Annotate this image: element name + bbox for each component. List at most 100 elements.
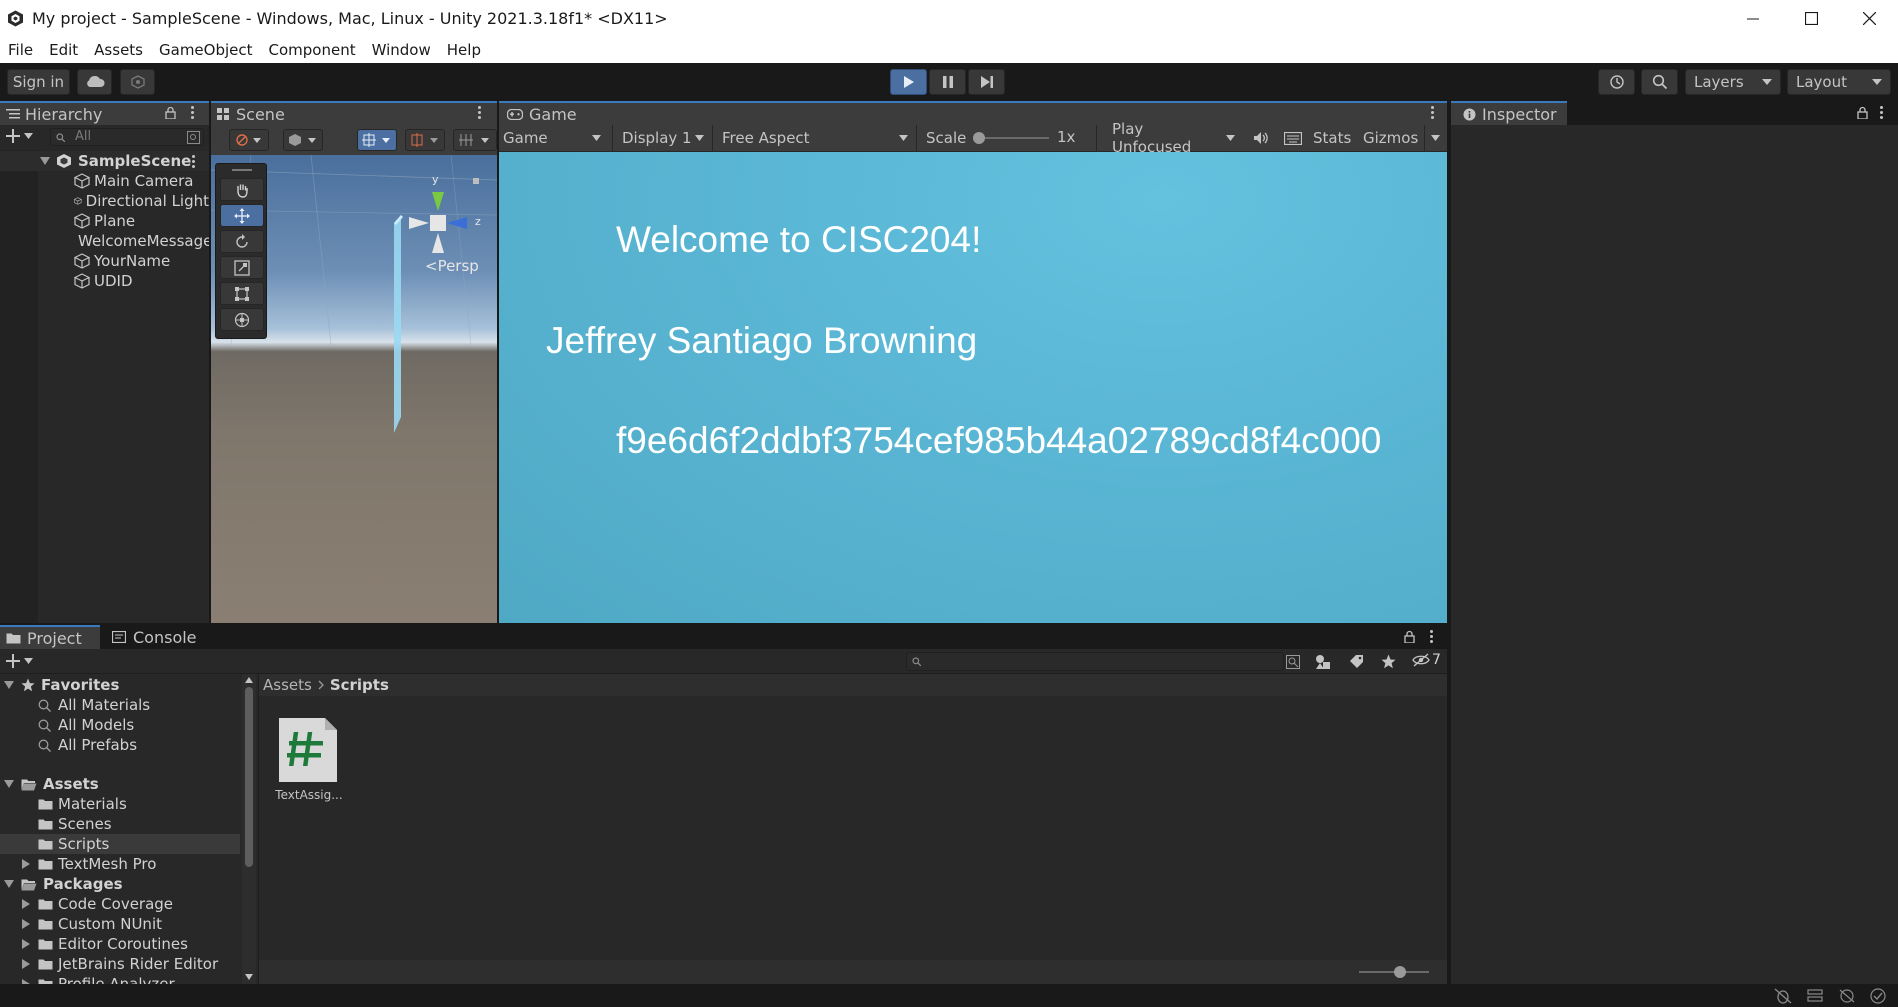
filter-by-type-icon[interactable] (1315, 654, 1331, 670)
folder-scenes[interactable]: Scenes (0, 814, 112, 834)
project-search-input[interactable] (906, 652, 1284, 671)
tree-scrollbar[interactable] (242, 674, 256, 984)
more-options-icon[interactable] (192, 154, 195, 168)
layout-dropdown[interactable]: Layout (1787, 69, 1891, 95)
tab-game[interactable]: Game (499, 101, 1447, 125)
folder-materials[interactable]: Materials (0, 794, 127, 814)
cloud-button[interactable] (77, 69, 112, 95)
assets-header[interactable]: Assets (0, 774, 99, 794)
move-tool-button[interactable] (220, 204, 264, 227)
create-button[interactable] (6, 129, 33, 143)
menu-file[interactable]: File (0, 41, 41, 59)
menu-assets[interactable]: Assets (86, 41, 151, 59)
more-options-icon[interactable] (191, 106, 194, 119)
hierarchy-search-input[interactable]: All (50, 128, 204, 146)
hierarchy-item-directional-light[interactable]: Directional Light (0, 191, 209, 211)
tab-inspector[interactable]: Inspector (1451, 101, 1567, 125)
scroll-up-icon[interactable] (245, 677, 253, 683)
favorites-item-all-prefabs[interactable]: All Prefabs (0, 735, 137, 755)
search-button[interactable] (1641, 69, 1678, 95)
filter-by-label-icon[interactable] (1349, 654, 1364, 669)
transform-tool-button[interactable] (220, 308, 264, 331)
breadcrumb-assets[interactable]: Assets (263, 676, 312, 694)
star-icon[interactable] (1381, 654, 1396, 669)
maximize-button[interactable] (1782, 0, 1840, 37)
drag-handle[interactable] (232, 169, 252, 171)
collab-button[interactable] (120, 69, 155, 95)
play-mode-dropdown[interactable]: Play Unfocused (1096, 120, 1243, 156)
breadcrumb-scripts[interactable]: Scripts (330, 676, 389, 694)
favorites-item-all-materials[interactable]: All Materials (0, 695, 150, 715)
package-custom-nunit[interactable]: Custom NUnit (0, 914, 162, 934)
aspect-dropdown[interactable]: Free Aspect (712, 125, 916, 151)
hierarchy-item-plane[interactable]: Plane (0, 211, 135, 231)
hand-tool-button[interactable] (220, 178, 264, 201)
tab-project[interactable]: Project (0, 625, 100, 649)
scroll-down-icon[interactable] (245, 974, 253, 980)
lock-icon[interactable] (165, 106, 176, 119)
scale-slider-thumb[interactable] (973, 132, 985, 144)
rect-tool-button[interactable] (220, 282, 264, 305)
perspective-label[interactable]: <Persp (425, 257, 479, 275)
tab-hierarchy[interactable]: Hierarchy (0, 101, 209, 125)
gizmos-dropdown[interactable] (1424, 125, 1446, 151)
display-dropdown[interactable]: Display 1 (612, 125, 712, 151)
package-jetbrains-rider-editor[interactable]: JetBrains Rider Editor (0, 954, 218, 974)
menu-component[interactable]: Component (261, 41, 364, 59)
menu-help[interactable]: Help (439, 41, 489, 59)
search-by-type-icon[interactable] (1286, 655, 1300, 669)
package-editor-coroutines[interactable]: Editor Coroutines (0, 934, 188, 954)
bug-icon[interactable] (1774, 988, 1792, 1004)
increment-snap-dropdown[interactable] (453, 129, 497, 151)
shortcuts-button[interactable] (1279, 125, 1307, 151)
search-options-icon[interactable] (187, 131, 200, 144)
more-options-icon[interactable] (1431, 106, 1434, 119)
hierarchy-item-welcome-message[interactable]: WelcomeMessage (0, 231, 209, 251)
folder-scripts[interactable]: Scripts (0, 834, 240, 854)
sign-in-button[interactable]: Sign in (7, 69, 70, 95)
stats-button[interactable]: Stats (1313, 125, 1351, 151)
undo-history-button[interactable] (1598, 69, 1635, 95)
hierarchy-item-your-name[interactable]: YourName (0, 251, 170, 271)
mute-audio-button[interactable] (1247, 125, 1275, 151)
play-button[interactable] (890, 69, 927, 95)
shading-dropdown[interactable] (283, 129, 323, 151)
snap-dropdown[interactable] (405, 129, 445, 151)
more-options-icon[interactable] (1880, 106, 1883, 119)
check-icon[interactable] (1870, 988, 1886, 1004)
pause-button[interactable] (929, 69, 966, 95)
scale-tool-button[interactable] (220, 256, 264, 279)
tab-scene[interactable]: Scene (211, 101, 497, 125)
menu-window[interactable]: Window (364, 41, 439, 59)
tree-scrollbar-thumb[interactable] (245, 687, 253, 867)
packages-header[interactable]: Packages (0, 874, 123, 894)
asset-item-script[interactable]: TextAssig... (275, 716, 347, 816)
folder-textmesh-pro[interactable]: TextMesh Pro (0, 854, 156, 874)
game-view[interactable]: Welcome to CISC204! Jeffrey Santiago Bro… (499, 152, 1447, 623)
tab-console[interactable]: Console (100, 625, 200, 649)
menu-gameobject[interactable]: GameObject (151, 41, 261, 59)
scene-row[interactable]: SampleScene (0, 151, 209, 171)
icon-size-slider-thumb[interactable] (1394, 966, 1406, 978)
menu-edit[interactable]: Edit (41, 41, 86, 59)
grid-toggle[interactable] (357, 129, 397, 151)
more-options-icon[interactable] (478, 106, 481, 119)
layers-dropdown[interactable]: Layers (1685, 69, 1781, 95)
favorites-header[interactable]: Favorites (0, 675, 119, 695)
auto-generate-lighting-icon[interactable] (1838, 988, 1856, 1004)
step-button[interactable] (968, 69, 1005, 95)
lock-icon[interactable] (1404, 630, 1415, 643)
package-profile-analyzer[interactable]: Profile Analyzer (0, 974, 175, 984)
create-asset-button[interactable] (6, 654, 33, 668)
lock-icon[interactable] (1857, 106, 1868, 119)
more-options-icon[interactable] (1430, 630, 1433, 643)
rotate-tool-button[interactable] (220, 230, 264, 253)
package-code-coverage[interactable]: Code Coverage (0, 894, 173, 914)
orientation-gizmo[interactable]: y z <Persp (387, 171, 487, 275)
game-mode-dropdown[interactable]: Game (503, 125, 609, 151)
scale-slider[interactable] (979, 137, 1049, 139)
draw-mode-dropdown[interactable] (229, 129, 269, 151)
cache-server-icon[interactable] (1806, 988, 1824, 1004)
minimize-button[interactable] (1724, 0, 1782, 37)
hidden-packages-toggle[interactable]: 7 (1412, 652, 1441, 668)
